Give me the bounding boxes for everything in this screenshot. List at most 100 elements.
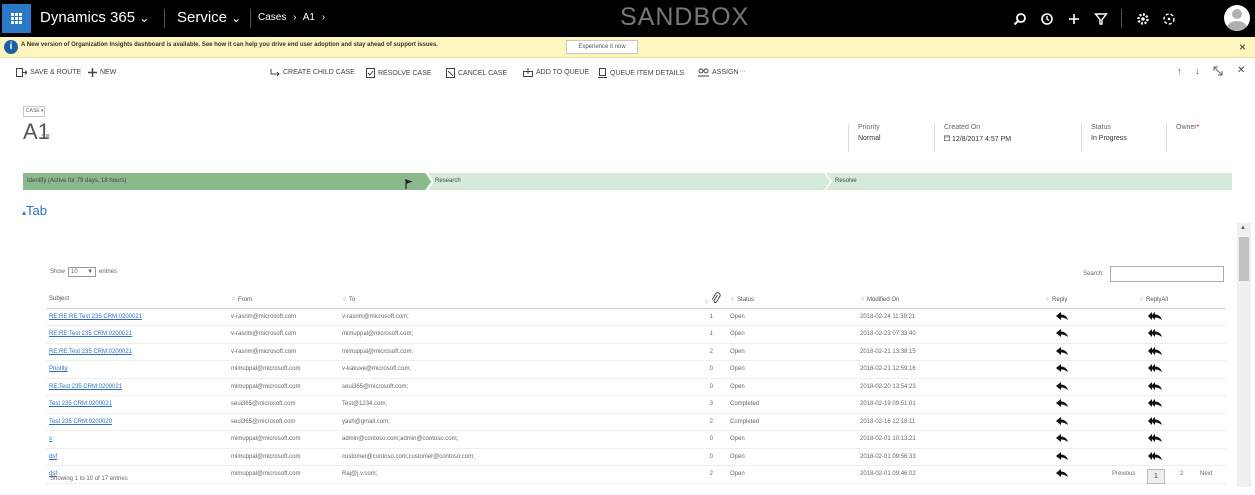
- reply-icon[interactable]: [1056, 311, 1068, 322]
- new-button[interactable]: NEW: [88, 68, 116, 77]
- reply-all-cell: [1136, 448, 1226, 466]
- record-menu-icon[interactable]: ▾≡: [42, 132, 50, 140]
- reply-all-icon[interactable]: [1148, 399, 1162, 409]
- email-subject-link[interactable]: dsf: [46, 448, 228, 466]
- filter-icon[interactable]: [1093, 9, 1109, 29]
- search-input[interactable]: [1110, 266, 1224, 282]
- record-type-selector[interactable]: CASE ▾: [23, 106, 45, 117]
- reply-all-icon[interactable]: [1148, 416, 1162, 427]
- expand-icon[interactable]: [1213, 66, 1223, 76]
- column-attachments[interactable]: ⇳: [677, 291, 727, 309]
- breadcrumb-record[interactable]: A1: [303, 12, 315, 23]
- reply-icon[interactable]: [1056, 434, 1068, 444]
- tab-section-header[interactable]: ▴Tab: [22, 203, 47, 218]
- save-route-button[interactable]: SAVE & ROUTE: [16, 68, 81, 77]
- close-record-icon[interactable]: ✕: [1237, 65, 1245, 76]
- more-commands-button[interactable]: ···: [739, 68, 746, 75]
- process-stage-research[interactable]: Research: [435, 178, 461, 184]
- table-row[interactable]: dsf mimuppal@microsoft.com Raj@j.v.com; 2 Op…: [46, 465, 1226, 484]
- scroll-up-icon[interactable]: ▲: [1240, 225, 1246, 231]
- owner-field[interactable]: Owner*: [1176, 124, 1199, 131]
- column-from[interactable]: ⇳ From: [228, 291, 339, 309]
- table-row[interactable]: dsf mimuppal@microsoft.com customer@contos…: [46, 448, 1226, 466]
- priority-field[interactable]: Priority Normal: [858, 124, 881, 142]
- reply-all-icon[interactable]: [1148, 451, 1162, 462]
- table-row[interactable]: s mimuppal@microsoft.com admin@contoso.com…: [46, 430, 1226, 449]
- cancel-case-button[interactable]: CANCEL CASE: [446, 68, 507, 78]
- reply-icon[interactable]: [1056, 329, 1068, 339]
- email-subject-link[interactable]: RE:RE:Test 235 CRM:0200021: [46, 325, 228, 344]
- divider: [1166, 124, 1167, 152]
- reply-icon[interactable]: [1056, 451, 1068, 462]
- app-launcher-icon[interactable]: [2, 4, 31, 33]
- created-on-field[interactable]: Created On 12/8/2017 4:57 PM: [944, 124, 1011, 143]
- create-child-case-button[interactable]: CREATE CHILD CASE: [270, 68, 355, 77]
- reply-all-icon[interactable]: [1148, 346, 1162, 357]
- search-label: Search:: [1083, 271, 1104, 277]
- breadcrumb-cases[interactable]: Cases: [258, 12, 286, 23]
- email-subject-link[interactable]: Test 235 CRM:0200020: [46, 413, 228, 431]
- reply-all-cell: [1136, 360, 1226, 379]
- search-icon[interactable]: [1012, 9, 1028, 29]
- reply-all-icon[interactable]: [1148, 311, 1162, 322]
- resolve-case-button[interactable]: RESOLVE CASE: [366, 68, 432, 78]
- email-from: mimuppal@microsoft.com: [228, 465, 339, 484]
- vertical-scrollbar[interactable]: ▲: [1237, 223, 1251, 487]
- email-subject-link[interactable]: RE:Test 235 CRM:0200021: [46, 378, 228, 396]
- table-row[interactable]: RE:RE:Test 235 CRM:0200021 v-rasrim@micro…: [46, 325, 1226, 344]
- divider: [848, 124, 849, 152]
- assign-button[interactable]: ASSIGN: [698, 68, 738, 77]
- page-2-button[interactable]: 2: [1180, 471, 1183, 477]
- reply-all-icon[interactable]: [1148, 364, 1162, 374]
- queue-item-details-button[interactable]: QUEUE ITEM DETAILS: [598, 68, 684, 78]
- user-avatar[interactable]: [1224, 5, 1250, 31]
- reply-all-icon[interactable]: [1148, 434, 1162, 444]
- reply-icon[interactable]: [1056, 469, 1068, 479]
- page-1-button[interactable]: 1: [1147, 469, 1165, 484]
- reply-all-icon[interactable]: [1148, 329, 1162, 339]
- email-subject-link[interactable]: RE:RE:Test 235 CRM:0200021: [46, 343, 228, 361]
- email-subject-link[interactable]: s: [46, 430, 228, 449]
- previous-page-button[interactable]: Previous: [1112, 471, 1135, 477]
- history-icon[interactable]: [1039, 9, 1055, 29]
- table-row[interactable]: RE:RE:Test 235 CRM:0200021 v-rasrim@micro…: [46, 343, 1226, 361]
- scrollbar-thumb[interactable]: [1239, 237, 1249, 281]
- add-to-queue-button[interactable]: ADD TO QUEUE: [523, 68, 589, 77]
- column-status[interactable]: ⇳ Status: [727, 291, 857, 309]
- reply-icon[interactable]: [1056, 381, 1068, 392]
- tab-title: Tab: [26, 203, 47, 218]
- next-record-icon[interactable]: ↓: [1195, 66, 1200, 76]
- reply-icon[interactable]: [1056, 399, 1068, 409]
- column-subject[interactable]: Subject: [46, 291, 228, 309]
- email-subject-link[interactable]: RE:RE:RE:Test 235 CRM:0200021: [46, 308, 228, 326]
- experience-it-now-button[interactable]: Experience it now: [566, 40, 638, 54]
- reply-icon[interactable]: [1056, 416, 1068, 427]
- email-subject-link[interactable]: Priority: [46, 360, 228, 379]
- attachment-count: 1: [677, 308, 727, 326]
- table-row[interactable]: Test 235 CRM:0200021 seui365@microsoft.co…: [46, 395, 1226, 414]
- help-icon[interactable]: [1161, 9, 1177, 29]
- close-icon[interactable]: ×: [1239, 40, 1246, 54]
- table-row[interactable]: RE:RE:RE:Test 235 CRM:0200021 v-rasrim@mi…: [46, 308, 1226, 326]
- app-name[interactable]: Dynamics 365 ⌄: [40, 9, 149, 26]
- page-length-select[interactable]: 10 ▼: [68, 267, 97, 277]
- column-to[interactable]: ⇳ To: [339, 291, 677, 309]
- area-selector[interactable]: Service ⌄: [177, 9, 241, 26]
- reply-icon[interactable]: [1056, 346, 1068, 357]
- status-label: Status: [1091, 124, 1111, 131]
- next-page-button[interactable]: Next: [1200, 471, 1212, 477]
- email-subject-link[interactable]: Test 235 CRM:0200021: [46, 395, 228, 414]
- reply-icon[interactable]: [1056, 364, 1068, 374]
- status-field[interactable]: Status In Progress: [1091, 124, 1127, 142]
- table-row[interactable]: Priority mimuppal@microsoft.com v-kakuve@m…: [46, 360, 1226, 379]
- column-reply[interactable]: ⇳ Reply: [1042, 291, 1136, 309]
- plus-icon[interactable]: [1066, 9, 1082, 29]
- table-row[interactable]: Test 235 CRM:0200020 seui365@microsoft.co…: [46, 413, 1226, 431]
- previous-record-icon[interactable]: ↑: [1177, 66, 1182, 76]
- column-modified-on[interactable]: ⇳ Modified On: [857, 291, 1042, 309]
- gear-icon[interactable]: [1135, 9, 1151, 29]
- reply-all-icon[interactable]: [1148, 381, 1162, 392]
- process-stage-resolve[interactable]: Resolve: [835, 178, 857, 184]
- table-row[interactable]: RE:Test 235 CRM:0200021 mimuppal@microsof…: [46, 378, 1226, 396]
- column-reply-all[interactable]: ⇳ ReplyAll: [1136, 291, 1226, 309]
